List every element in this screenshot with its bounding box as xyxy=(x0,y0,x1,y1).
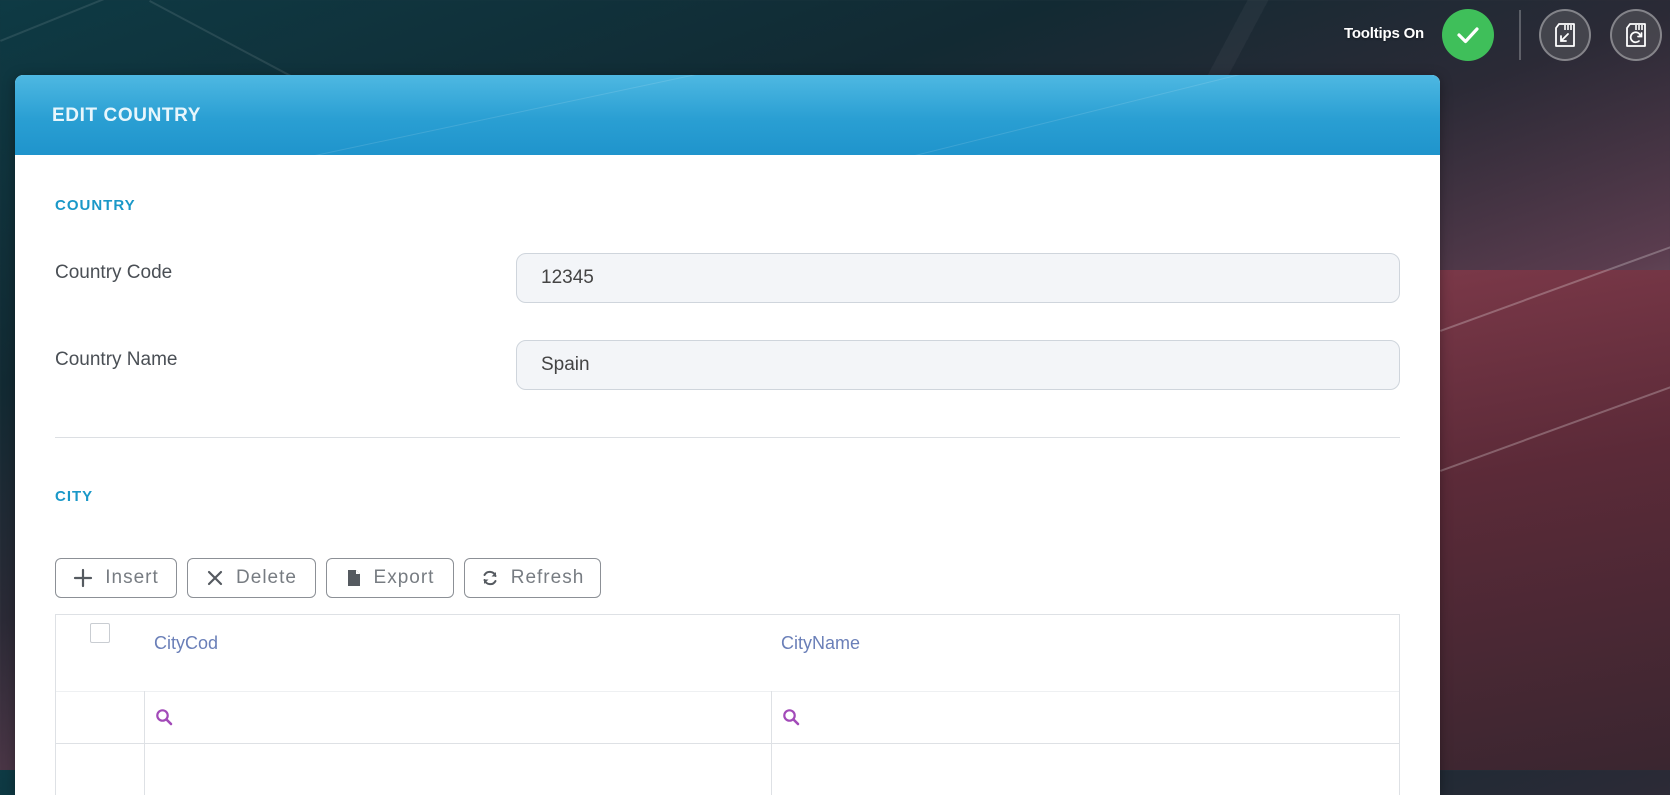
export-button[interactable]: Export xyxy=(326,558,454,598)
refresh-button-label: Refresh xyxy=(510,567,585,588)
sd-card-refresh-icon xyxy=(1626,23,1646,47)
country-code-label: Country Code xyxy=(55,262,173,283)
file-icon xyxy=(347,570,360,586)
column-header-citycod[interactable]: CityCod xyxy=(154,633,218,654)
export-button-label: Export xyxy=(373,567,435,588)
tooltips-label: Tooltips On xyxy=(1344,25,1425,42)
city-grid: CityCod CityName xyxy=(55,614,1400,795)
filter-cityname[interactable] xyxy=(772,691,1399,743)
insert-button-label: Insert xyxy=(105,567,159,588)
save-refresh-button[interactable] xyxy=(1610,9,1662,61)
grid-header: CityCod CityName xyxy=(56,615,1399,692)
header-decoration xyxy=(915,75,1401,155)
page-title: EDIT COUNTRY xyxy=(52,105,201,126)
refresh-button[interactable]: Refresh xyxy=(464,558,601,598)
tooltips-toggle[interactable] xyxy=(1442,9,1494,61)
section-title-city: CITY xyxy=(55,488,94,505)
toolbar-divider xyxy=(1519,10,1521,60)
delete-button[interactable]: Delete xyxy=(187,558,316,598)
close-icon xyxy=(207,570,223,586)
column-header-cityname[interactable]: CityName xyxy=(781,633,860,654)
search-icon xyxy=(783,709,800,726)
country-name-field[interactable] xyxy=(516,340,1400,390)
edit-country-card: EDIT COUNTRY COUNTRY Country Code Countr… xyxy=(15,75,1440,795)
check-icon xyxy=(1457,27,1479,44)
section-divider xyxy=(55,437,1400,438)
search-icon xyxy=(156,709,173,726)
header-decoration xyxy=(315,75,805,155)
delete-button-label: Delete xyxy=(236,567,297,588)
section-title-country: COUNTRY xyxy=(55,197,136,214)
background-building xyxy=(1440,270,1670,770)
filter-citycod[interactable] xyxy=(145,691,771,743)
refresh-icon xyxy=(483,570,497,586)
insert-button[interactable]: Insert xyxy=(55,558,177,598)
save-exit-button[interactable] xyxy=(1539,9,1591,61)
country-code-field[interactable] xyxy=(516,253,1400,303)
sd-card-arrow-icon xyxy=(1555,23,1575,47)
plus-icon xyxy=(74,568,93,588)
country-name-label: Country Name xyxy=(55,349,178,370)
card-header: EDIT COUNTRY xyxy=(15,75,1440,155)
background-decoration xyxy=(0,0,836,42)
select-all-checkbox[interactable] xyxy=(90,623,110,643)
